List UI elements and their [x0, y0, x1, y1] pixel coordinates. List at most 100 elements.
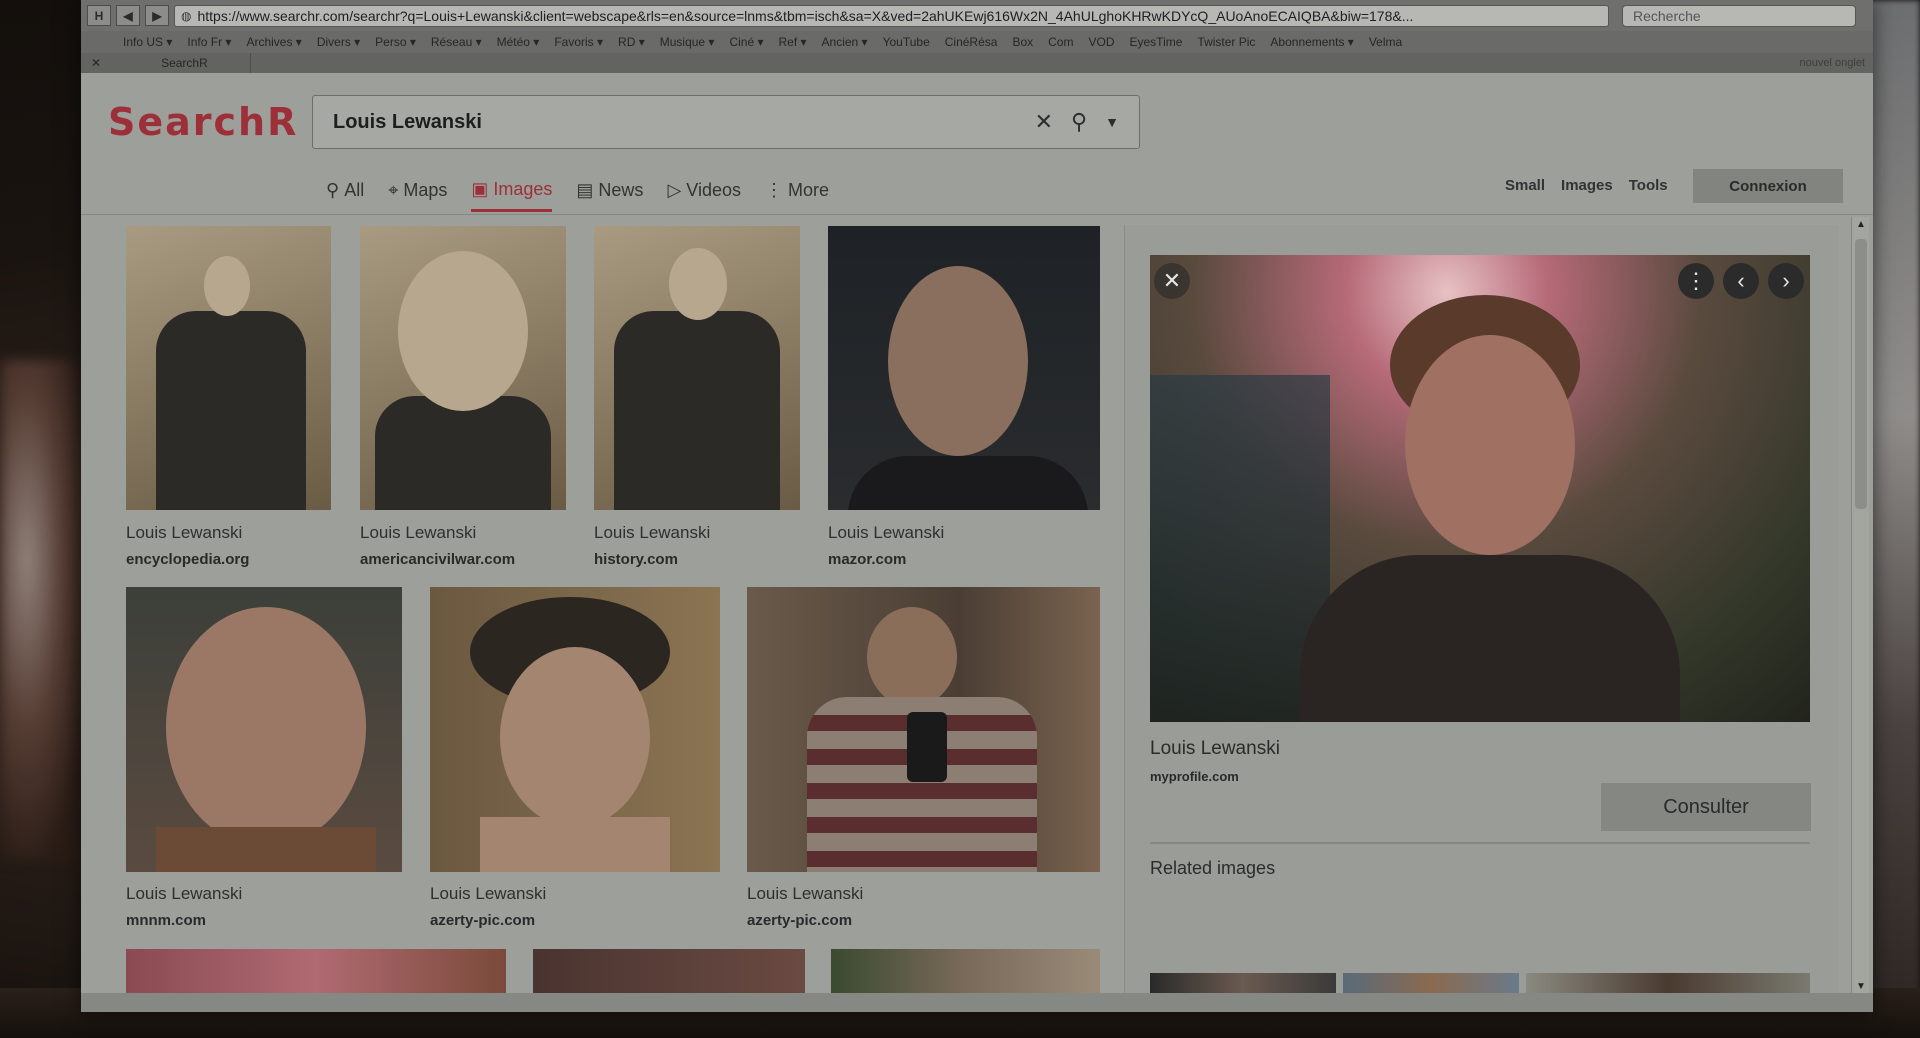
tab-images[interactable]: ▣ Images [471, 169, 553, 212]
result-thumbnail[interactable] [430, 587, 720, 872]
scrollbar[interactable]: ▲ ▼ [1851, 217, 1869, 993]
login-button[interactable]: Connexion [1693, 169, 1843, 203]
panel-divider [1150, 842, 1810, 844]
tab-videos[interactable]: ▷ Videos [667, 169, 741, 212]
globe-icon: ◍ [181, 8, 192, 23]
result-caption[interactable]: Louis Lewanski [594, 523, 710, 543]
bookmark-item[interactable]: Velma [1369, 35, 1402, 49]
tab-title: SearchR [161, 56, 208, 70]
result-thumbnail[interactable] [126, 226, 331, 510]
search-icon[interactable]: ⚲ [1071, 109, 1087, 135]
bookmark-item[interactable]: Info US ▾ [123, 35, 172, 49]
bookmark-item[interactable]: Favoris ▾ [554, 35, 603, 49]
result-caption[interactable]: Louis Lewanski [360, 523, 476, 543]
result-thumbnail[interactable] [126, 949, 506, 993]
background-left-blur [0, 360, 90, 860]
result-thumbnail[interactable] [126, 587, 402, 872]
bookmark-item[interactable]: Abonnements ▾ [1270, 35, 1353, 49]
more-vertical-icon: ⋮ [765, 180, 783, 200]
preview-title[interactable]: Louis Lewanski [1150, 738, 1280, 760]
address-bar[interactable]: ◍ https://www.searchr.com/searchr?q=Loui… [174, 4, 1609, 27]
result-thumbnail[interactable] [747, 587, 1100, 872]
result-source[interactable]: mazor.com [828, 551, 906, 568]
result-caption[interactable]: Louis Lewanski [828, 523, 944, 543]
bookmark-item[interactable]: Ciné ▾ [729, 35, 763, 49]
scrollbar-thumb[interactable] [1855, 239, 1867, 509]
result-thumbnail[interactable] [533, 949, 805, 993]
bookmark-item[interactable]: Box [1012, 35, 1033, 49]
bookmark-item[interactable]: Réseau ▾ [431, 35, 482, 49]
forward-button[interactable]: ▶ [145, 5, 169, 26]
search-query: Louis Lewanski [333, 110, 482, 133]
tab-all[interactable]: ⚲ All [326, 169, 364, 212]
tab-bar: ✕ SearchR nouvel onglet [81, 53, 1873, 73]
bookmark-item[interactable]: Météo ▾ [497, 35, 540, 49]
bookmark-item[interactable]: Archives ▾ [246, 35, 301, 49]
scroll-down-arrow-icon[interactable]: ▼ [1852, 979, 1870, 993]
close-tab-icon[interactable]: ✕ [91, 56, 101, 70]
close-icon: ✕ [1162, 268, 1182, 293]
preview-image[interactable]: ✕ ⋮ ‹ › [1150, 255, 1810, 722]
link-small[interactable]: Small [1505, 177, 1545, 194]
bookmark-item[interactable]: Twister Pic [1197, 35, 1255, 49]
bookmark-item[interactable]: Perso ▾ [375, 35, 416, 49]
result-source[interactable]: mnnm.com [126, 912, 206, 929]
close-preview-button[interactable]: ✕ [1154, 263, 1190, 299]
url-text: https://www.searchr.com/searchr?q=Louis+… [197, 7, 1414, 24]
result-thumbnail[interactable] [831, 949, 1100, 993]
preview-source[interactable]: myprofile.com [1150, 769, 1239, 784]
header-divider [81, 214, 1873, 215]
bookmark-item[interactable]: YouTube [883, 35, 930, 49]
result-source[interactable]: azerty-pic.com [747, 912, 852, 929]
bookmark-item[interactable]: Musique ▾ [660, 35, 715, 49]
more-options-button[interactable]: ⋮ [1678, 263, 1714, 299]
related-images-heading: Related images [1150, 858, 1276, 878]
chevron-left-icon: ‹ [1737, 268, 1745, 293]
result-caption[interactable]: Louis Lewanski [430, 884, 546, 904]
searchr-logo[interactable]: SearchR [108, 100, 298, 144]
tab-news[interactable]: ▤ News [576, 169, 643, 212]
bookmark-item[interactable]: Ancien ▾ [822, 35, 868, 49]
bookmark-item[interactable]: Info Fr ▾ [187, 35, 231, 49]
link-tools[interactable]: Tools [1629, 177, 1668, 194]
result-source[interactable]: history.com [594, 551, 678, 568]
dropdown-icon[interactable]: ▼ [1105, 114, 1119, 130]
result-caption[interactable]: Louis Lewanski [126, 523, 242, 543]
scroll-up-arrow-icon[interactable]: ▲ [1852, 217, 1870, 231]
bookmark-item[interactable]: Divers ▾ [317, 35, 360, 49]
consult-button[interactable]: Consulter [1601, 783, 1811, 831]
back-button[interactable]: ◀ [116, 5, 140, 26]
home-button[interactable]: H [87, 5, 111, 26]
chevron-right-icon: › [1782, 268, 1790, 293]
status-bar [81, 993, 1873, 1012]
bookmark-item[interactable]: EyesTime [1130, 35, 1183, 49]
result-thumbnail[interactable] [828, 226, 1100, 510]
bookmark-item[interactable]: RD ▾ [618, 35, 645, 49]
bookmark-item[interactable]: CinéRésa [945, 35, 998, 49]
tab-more[interactable]: ⋮ More [765, 169, 829, 212]
result-source[interactable]: encyclopedia.org [126, 551, 249, 568]
forward-icon: ▶ [152, 8, 162, 23]
tab-searchr[interactable]: ✕ SearchR [81, 53, 251, 73]
browser-search-field[interactable]: Recherche [1622, 4, 1856, 27]
link-images[interactable]: Images [1561, 177, 1613, 194]
result-caption[interactable]: Louis Lewanski [126, 884, 242, 904]
search-input[interactable]: Louis Lewanski ✕ ⚲ ▼ [312, 95, 1140, 149]
next-image-button[interactable]: › [1768, 263, 1804, 299]
result-source[interactable]: azerty-pic.com [430, 912, 535, 929]
result-caption[interactable]: Louis Lewanski [747, 884, 863, 904]
clear-icon[interactable]: ✕ [1035, 109, 1053, 135]
search-icon: ⚲ [326, 180, 340, 200]
searchr-page: SearchR Louis Lewanski ✕ ⚲ ▼ ⚲ All ⌖ Maps … [81, 73, 1873, 1012]
result-thumbnail[interactable] [594, 226, 800, 510]
search-tabs: ⚲ All ⌖ Maps ▣ Images ▤ News ▷ Videos ⋮ More [326, 169, 829, 212]
tab-maps[interactable]: ⌖ Maps [388, 169, 447, 212]
bookmark-item[interactable]: Ref ▾ [779, 35, 807, 49]
bookmark-item[interactable]: Com [1048, 35, 1073, 49]
result-source[interactable]: americancivilwar.com [360, 551, 515, 568]
new-tab-button[interactable]: nouvel onglet [1800, 57, 1865, 69]
bookmark-item[interactable]: VOD [1088, 35, 1114, 49]
preview-panel: ✕ ⋮ ‹ › Louis Lewanski myprofile.com Con… [1124, 225, 1839, 1012]
result-thumbnail[interactable] [360, 226, 566, 510]
previous-image-button[interactable]: ‹ [1723, 263, 1759, 299]
